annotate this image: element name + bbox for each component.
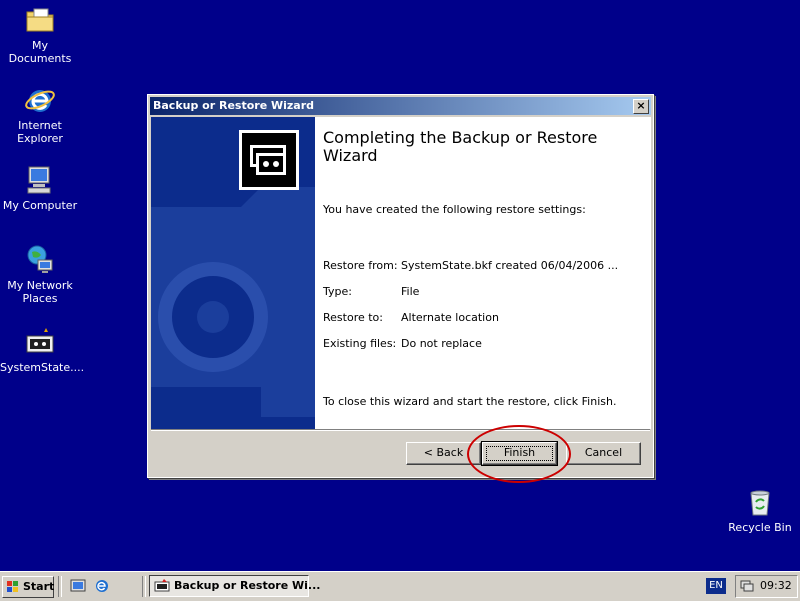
start-button[interactable]: Start [2,576,54,598]
recycle-bin-icon [750,490,770,516]
desktop-icon-label: My Network Places [7,279,73,305]
desktop-icon-my-documents[interactable]: My Documents [0,4,80,65]
wizard-side-banner [151,117,315,429]
desktop-icon-recycle-bin[interactable]: Recycle Bin [720,486,800,534]
setting-value: Alternate location [401,311,499,324]
backup-app-icon [154,579,170,592]
network-icon [27,245,53,273]
button-separator [151,429,650,431]
wizard-content: Completing the Backup or Restore Wizard … [315,117,651,429]
desktop-icon-my-computer[interactable]: My Computer [0,164,80,212]
setting-value: SystemState.bkf created 06/04/2006 ... [401,259,619,272]
desktop-icon-label: Recycle Bin [728,521,792,534]
window-title: Backup or Restore Wizard [153,99,315,112]
desktop-icon-label: Internet Explorer [17,119,63,145]
windows-logo-icon [7,581,18,592]
close-button[interactable]: × [633,99,649,114]
desktop-icon-label: SystemState.... [0,361,85,374]
network-status-icon[interactable] [740,579,754,593]
wizard-intro: You have created the following restore s… [323,203,586,216]
taskbar-item-label: Backup or Restore Wi... [174,579,321,592]
taskbar-separator [58,576,62,597]
desktop-icon-label: My Documents [8,39,72,65]
internet-explorer-icon [25,90,55,112]
clock[interactable]: 09:32 [760,579,792,592]
desktop-icon-my-network-places[interactable]: My Network Places [0,244,80,305]
taskbar-item-backup-wizard[interactable]: Backup or Restore Wi... [149,575,320,597]
setting-key: Type: [323,285,352,298]
taskbar-separator [142,576,146,597]
setting-value: File [401,285,420,298]
desktop-icon-internet-explorer[interactable]: Internet Explorer [0,84,80,145]
wizard-logo [239,130,299,190]
computer-icon [27,166,51,194]
highlight-circle [467,425,571,483]
system-tray: 09:32 [735,575,798,598]
setting-key: Restore from: [323,259,398,272]
wizard-closing-text: To close this wizard and start the resto… [323,395,617,408]
desktop-icon-systemstate[interactable]: SystemState.... [0,326,85,374]
setting-key: Restore to: [323,311,383,324]
backup-file-icon [26,328,54,353]
backup-restore-wizard-window: Backup or Restore Wizard × Completing th… [147,94,654,478]
folder-icon [26,8,54,32]
taskbar: Start Backup or Restore Wi... EN 09:32 [0,571,800,601]
show-desktop-icon[interactable] [70,578,86,594]
start-label: Start [23,580,55,593]
cancel-button[interactable]: Cancel [566,442,641,465]
title-bar[interactable]: Backup or Restore Wizard × [150,97,651,115]
internet-explorer-icon[interactable] [94,578,110,594]
setting-value: Do not replace [401,337,482,350]
setting-key: Existing files: [323,337,397,350]
desktop-icon-label: My Computer [2,199,78,212]
backup-icon [250,145,286,175]
language-indicator[interactable]: EN [706,578,726,594]
wizard-heading: Completing the Backup or Restore Wizard [323,128,598,165]
